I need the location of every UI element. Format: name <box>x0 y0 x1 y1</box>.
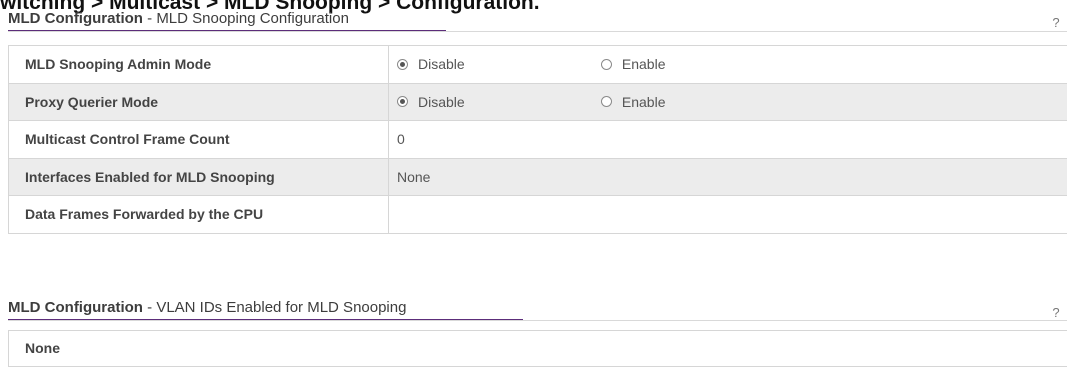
help-icon[interactable]: ? <box>1050 305 1062 320</box>
table-row-proxy-querier: Proxy Querier Mode Disable Enable <box>8 82 1067 121</box>
section-divider <box>8 31 1067 32</box>
row-label: Proxy Querier Mode <box>8 82 389 121</box>
radio-label: Enable <box>621 56 666 72</box>
section-title-rest: - VLAN IDs Enabled for MLD Snooping <box>142 299 407 316</box>
admin-mode-disable-radio[interactable] <box>397 58 408 70</box>
row-value: Disable Enable <box>388 82 1067 121</box>
proxy-querier-disable-radio[interactable] <box>397 96 408 107</box>
proxy-querier-enable-option[interactable]: Enable <box>600 93 801 110</box>
section-title-strong: MLD Configuration <box>8 10 143 27</box>
section-title-vlan-ids: MLD Configuration - VLAN IDs Enabled for… <box>8 299 523 321</box>
section-divider <box>8 320 1067 321</box>
row-label: Multicast Control Frame Count <box>8 120 389 159</box>
snooping-config-table: MLD Snooping Admin Mode Disable Enable P… <box>8 45 1067 234</box>
radio-label: Disable <box>418 56 465 72</box>
table-row-admin-mode: MLD Snooping Admin Mode Disable Enable <box>8 45 1067 84</box>
proxy-querier-enable-radio[interactable] <box>600 96 612 107</box>
section-title-snooping-configuration: MLD Configuration - MLD Snooping Configu… <box>8 10 446 32</box>
row-label: MLD Snooping Admin Mode <box>8 45 389 84</box>
vlan-ids-value: None <box>8 330 1067 367</box>
table-row-interfaces-enabled: Interfaces Enabled for MLD Snooping None <box>8 157 1067 196</box>
row-value: Disable Enable <box>388 45 1067 84</box>
section-title-rest: - MLD Snooping Configuration <box>142 10 349 27</box>
interfaces-enabled-value: None <box>388 157 1067 196</box>
row-label: Interfaces Enabled for MLD Snooping <box>8 157 389 196</box>
control-frame-count-value: 0 <box>388 120 1067 159</box>
row-label: Data Frames Forwarded by the CPU <box>8 195 389 234</box>
radio-label: Enable <box>621 93 666 110</box>
proxy-querier-disable-option[interactable]: Disable <box>397 94 597 110</box>
admin-mode-disable-option[interactable]: Disable <box>397 56 597 72</box>
admin-mode-enable-option[interactable]: Enable <box>600 56 801 72</box>
radio-label: Disable <box>418 93 465 110</box>
table-row-control-frame-count: Multicast Control Frame Count 0 <box>8 120 1067 159</box>
help-icon[interactable]: ? <box>1050 15 1062 30</box>
section-title-strong: MLD Configuration <box>8 299 143 316</box>
admin-mode-enable-radio[interactable] <box>600 58 612 70</box>
data-frames-forwarded-value <box>388 195 1067 234</box>
table-row-data-frames-forwarded: Data Frames Forwarded by the CPU <box>8 195 1067 234</box>
